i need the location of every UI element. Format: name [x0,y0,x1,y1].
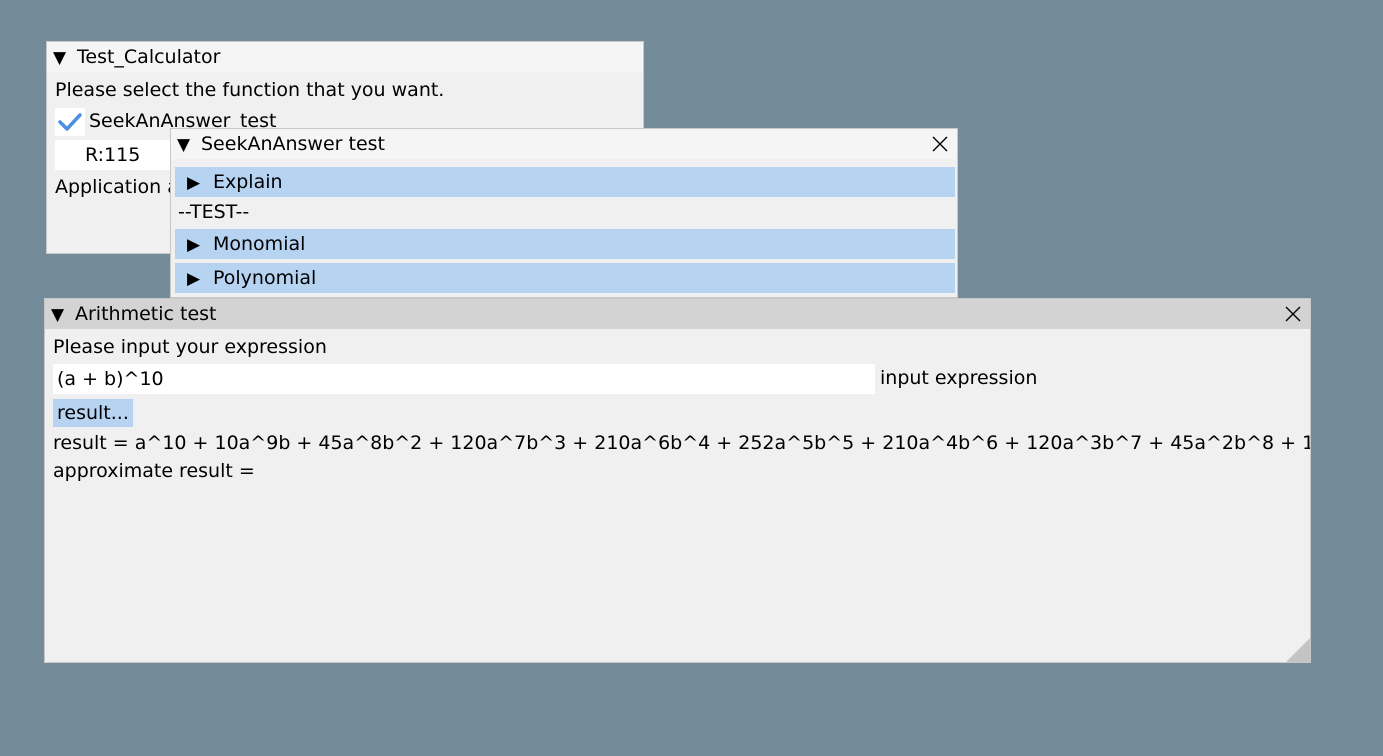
explain-header[interactable]: ▶ Explain [175,167,955,197]
r-value-field[interactable]: R:115 [55,140,175,170]
seekananswer-title: SeekAnAnswer test [201,133,385,155]
checkmark-icon [58,113,82,131]
seekananswer-titlebar[interactable]: ▼ SeekAnAnswer test [171,129,957,159]
seek-checkbox[interactable] [55,108,85,136]
polynomial-label: Polynomial [213,267,317,289]
application-text: Application a [55,176,179,198]
polynomial-header[interactable]: ▶ Polynomial [175,263,955,293]
seekananswer-window[interactable]: ▼ SeekAnAnswer test ▶ Explain --TEST-- ▶ Mo… [170,128,958,298]
expression-input-label: input expression [880,367,1038,389]
collapse-triangle-icon[interactable]: ▼ [53,43,69,73]
expand-triangle-icon: ▶ [187,235,201,255]
expand-triangle-icon: ▶ [187,173,201,193]
close-icon[interactable] [931,135,949,153]
explain-label: Explain [213,171,283,193]
result-button[interactable]: result... [53,399,133,427]
resize-grip-icon[interactable] [1286,638,1310,662]
monomial-header[interactable]: ▶ Monomial [175,229,955,259]
r-value: R:115 [85,144,141,166]
close-icon[interactable] [1284,305,1302,323]
test-separator: --TEST-- [178,201,250,223]
monomial-label: Monomial [213,233,306,255]
collapse-triangle-icon[interactable]: ▼ [177,130,193,160]
arithmetic-window[interactable]: ▼ Arithmetic test Please input your expre… [44,298,1311,663]
expression-input-value: (a + b)^10 [57,368,164,390]
result-text: result = a^10 + 10a^9b + 45a^8b^2 + 120a… [53,432,1310,454]
arithmetic-title: Arithmetic test [75,303,217,325]
collapse-triangle-icon[interactable]: ▼ [51,300,67,330]
calculator-prompt: Please select the function that you want… [55,79,445,101]
expression-input[interactable]: (a + b)^10 [53,364,875,394]
expand-triangle-icon: ▶ [187,269,201,289]
arithmetic-titlebar[interactable]: ▼ Arithmetic test [45,299,1310,329]
test-calculator-titlebar[interactable]: ▼ Test_Calculator [47,42,643,72]
expression-prompt: Please input your expression [53,336,327,358]
approximate-result-text: approximate result = [53,460,255,482]
test-calculator-title: Test_Calculator [77,46,221,68]
